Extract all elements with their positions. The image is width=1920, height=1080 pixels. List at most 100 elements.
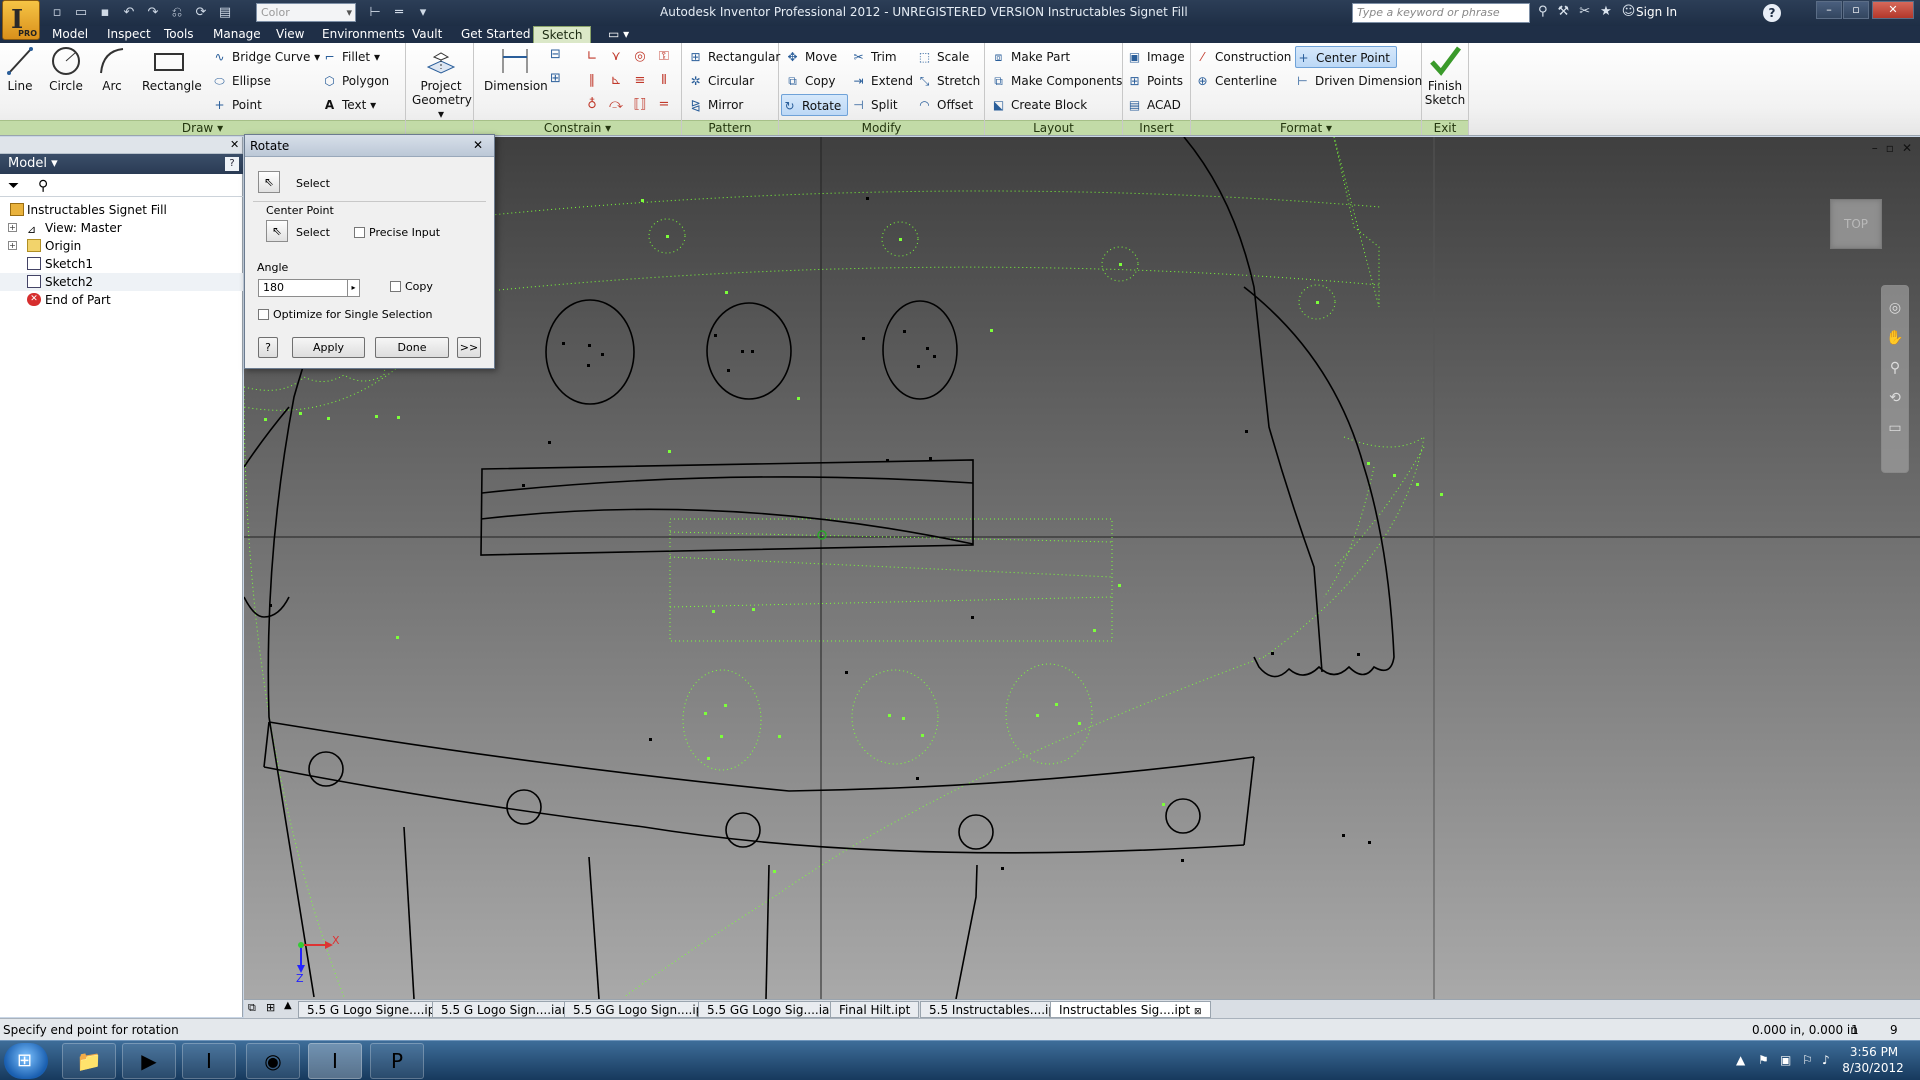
copy-tool[interactable]: ⧉ Copy xyxy=(785,70,835,92)
cascade-icon[interactable]: ⊞ xyxy=(266,1001,275,1014)
ribbon-options-icon[interactable]: ▭ ▾ xyxy=(600,26,637,43)
color-combo[interactable]: Color xyxy=(256,3,356,22)
precise-input-checkbox[interactable] xyxy=(354,227,365,238)
graphics-close-icon[interactable]: ✕ xyxy=(1902,141,1912,155)
circle-tool[interactable]: Circle xyxy=(40,45,92,93)
chrome-icon[interactable]: ◉ xyxy=(246,1043,300,1079)
expand-icon[interactable]: + xyxy=(8,223,17,232)
scale-tool[interactable]: ⬚ Scale xyxy=(917,46,969,68)
media-player-icon[interactable]: ▶ xyxy=(122,1043,176,1079)
tree-item-part[interactable]: Instructables Signet Fill xyxy=(0,201,243,219)
rotate-dialog-close-icon[interactable]: ✕ xyxy=(468,138,488,153)
points-tool[interactable]: ⊞ Points xyxy=(1127,70,1183,92)
favorites-icon[interactable]: ★ xyxy=(1600,4,1612,19)
tab-model[interactable]: Model xyxy=(44,26,96,43)
mirror-tool[interactable]: ⧎ Mirror xyxy=(688,94,743,116)
subscription-icon[interactable]: ⚒ xyxy=(1558,4,1570,19)
copy-checkbox[interactable] xyxy=(390,281,401,292)
tree-item-sketch1[interactable]: Sketch1 xyxy=(0,255,243,273)
clock-time[interactable]: 3:56 PM xyxy=(1844,1045,1904,1059)
tab-sketch[interactable]: Sketch xyxy=(533,26,592,43)
angle-flyout-icon[interactable]: ▸ xyxy=(348,279,360,297)
tab-vault[interactable]: Vault xyxy=(404,26,450,43)
powerpoint-icon[interactable]: P xyxy=(370,1043,424,1079)
tab-manage[interactable]: Manage xyxy=(205,26,269,43)
inventor-active-icon[interactable]: I xyxy=(308,1043,362,1079)
show-constraints-icon[interactable]: ⊞ xyxy=(550,71,561,86)
tab-environments[interactable]: Environments xyxy=(314,26,413,43)
circular-pattern-tool[interactable]: ✲ Circular xyxy=(688,70,754,92)
tile-icon[interactable]: ⧉ xyxy=(248,1001,256,1015)
project-geometry-tool[interactable]: Project Geometry ▾ xyxy=(412,45,472,121)
application-menu-button[interactable]: I PRO xyxy=(2,0,40,40)
centerline-tool[interactable]: ⊕ Centerline xyxy=(1195,70,1277,92)
tray-expand-icon[interactable]: ▲ xyxy=(1736,1053,1745,1067)
point-tool[interactable]: + Point xyxy=(212,94,261,116)
tree-item-origin[interactable]: + Origin xyxy=(0,237,243,255)
offset-tool[interactable]: ◠ Offset xyxy=(917,94,973,116)
doc-tab-active[interactable]: Instructables Sig....ipt ⊠ xyxy=(1050,1001,1211,1018)
arc-tool[interactable]: Arc xyxy=(86,45,138,93)
fix-icon[interactable]: ⚿ xyxy=(654,47,674,67)
constrain-panel-title[interactable]: Constrain ▾ xyxy=(474,120,681,135)
search-input[interactable]: Type a keyword or phrase xyxy=(1352,3,1530,23)
coincident-icon[interactable]: ∟ xyxy=(582,47,602,67)
more-options-button[interactable]: >> xyxy=(457,337,481,358)
dimension-tool[interactable]: Dimension xyxy=(484,45,548,93)
make-components-tool[interactable]: ⧉ Make Components xyxy=(991,70,1122,92)
save-icon[interactable]: ▪ xyxy=(96,5,114,21)
polygon-tool[interactable]: ⬡ Polygon xyxy=(322,70,389,92)
volume-icon[interactable]: ♪ xyxy=(1822,1053,1830,1067)
acad-tool[interactable]: ▤ ACAD xyxy=(1127,94,1181,116)
equal-icon[interactable]: = xyxy=(654,95,674,115)
find-icon[interactable]: ⚲ xyxy=(38,178,48,194)
flag-icon[interactable]: ⚐ xyxy=(1802,1053,1813,1067)
measure-icon[interactable]: ⊢ xyxy=(366,5,384,21)
tree-item-view-master[interactable]: + ⊿ View: Master xyxy=(0,219,243,237)
horizontal-icon[interactable]: ≡ xyxy=(630,71,650,91)
symmetric-icon[interactable]: ⟦⟧ xyxy=(630,95,650,115)
optimize-checkbox[interactable] xyxy=(258,309,269,320)
ellipse-tool[interactable]: ⬭ Ellipse xyxy=(212,70,270,92)
browser-help-icon[interactable]: ? xyxy=(225,157,239,171)
customize-icon[interactable]: ▾ xyxy=(414,5,432,21)
viewcube[interactable]: TOP xyxy=(1830,199,1882,249)
tree-item-end-of-part[interactable]: ✕ End of Part xyxy=(0,291,243,309)
select-filter-icon[interactable]: ▤ xyxy=(216,5,234,21)
tab-view[interactable]: View xyxy=(268,26,312,43)
look-at-icon[interactable]: ▭ xyxy=(1882,420,1908,436)
doc-tab[interactable]: 5.5 Instructables....ipt xyxy=(920,1001,1070,1018)
binoculars-icon[interactable]: ⚲ xyxy=(1538,4,1548,19)
return-icon[interactable]: ⎌ xyxy=(168,5,186,21)
center-point-select-button[interactable]: ⇖ xyxy=(266,220,288,242)
move-tool[interactable]: ✥ Move xyxy=(785,46,837,68)
select-geometry-button[interactable]: ⇖ xyxy=(258,171,280,193)
tree-item-sketch2[interactable]: Sketch2 xyxy=(0,273,243,291)
image-tool[interactable]: ▣ Image xyxy=(1127,46,1185,68)
tab-inspect[interactable]: Inspect xyxy=(99,26,159,43)
close-tab-icon[interactable]: ⊠ xyxy=(1194,1007,1202,1017)
doc-tab[interactable]: 5.5 GG Logo Sig....iam xyxy=(698,1001,851,1018)
network-icon[interactable]: ▣ xyxy=(1780,1053,1791,1067)
graphics-minimize-icon[interactable]: – xyxy=(1872,141,1878,155)
inventor-pro-icon[interactable]: I xyxy=(182,1043,236,1079)
tab-get-started[interactable]: Get Started xyxy=(453,26,539,43)
done-button[interactable]: Done xyxy=(375,337,449,358)
vertical-icon[interactable]: ⦀ xyxy=(654,71,674,91)
auto-dimension-icon[interactable]: ⊟ xyxy=(550,47,561,62)
smooth-icon[interactable]: ⤼ xyxy=(606,95,626,115)
help-icon[interactable]: ? xyxy=(1763,4,1781,22)
maximize-button[interactable]: ▫ xyxy=(1843,1,1869,19)
driven-dimension-tool[interactable]: ⊢ Driven Dimension xyxy=(1295,70,1422,92)
graphics-window[interactable]: – ▫ ✕ TOP ◎ ✋ ⚲ ⟲ ▭ xyxy=(244,137,1920,999)
new-icon[interactable]: ▫ xyxy=(48,5,66,21)
create-block-tool[interactable]: ⬕ Create Block xyxy=(991,94,1087,116)
windows-explorer-icon[interactable]: 📁 xyxy=(62,1043,116,1079)
graphics-restore-icon[interactable]: ▫ xyxy=(1886,141,1894,155)
clock-date[interactable]: 8/30/2012 xyxy=(1838,1061,1908,1075)
zoom-icon[interactable]: ⚲ xyxy=(1882,360,1908,376)
steering-wheel-icon[interactable]: ◎ xyxy=(1882,300,1908,316)
perpendicular-icon[interactable]: ⊾ xyxy=(606,71,626,91)
doc-tab[interactable]: 5.5 GG Logo Sign....ipt xyxy=(564,1001,717,1018)
update-icon[interactable]: ⟳ xyxy=(192,5,210,21)
